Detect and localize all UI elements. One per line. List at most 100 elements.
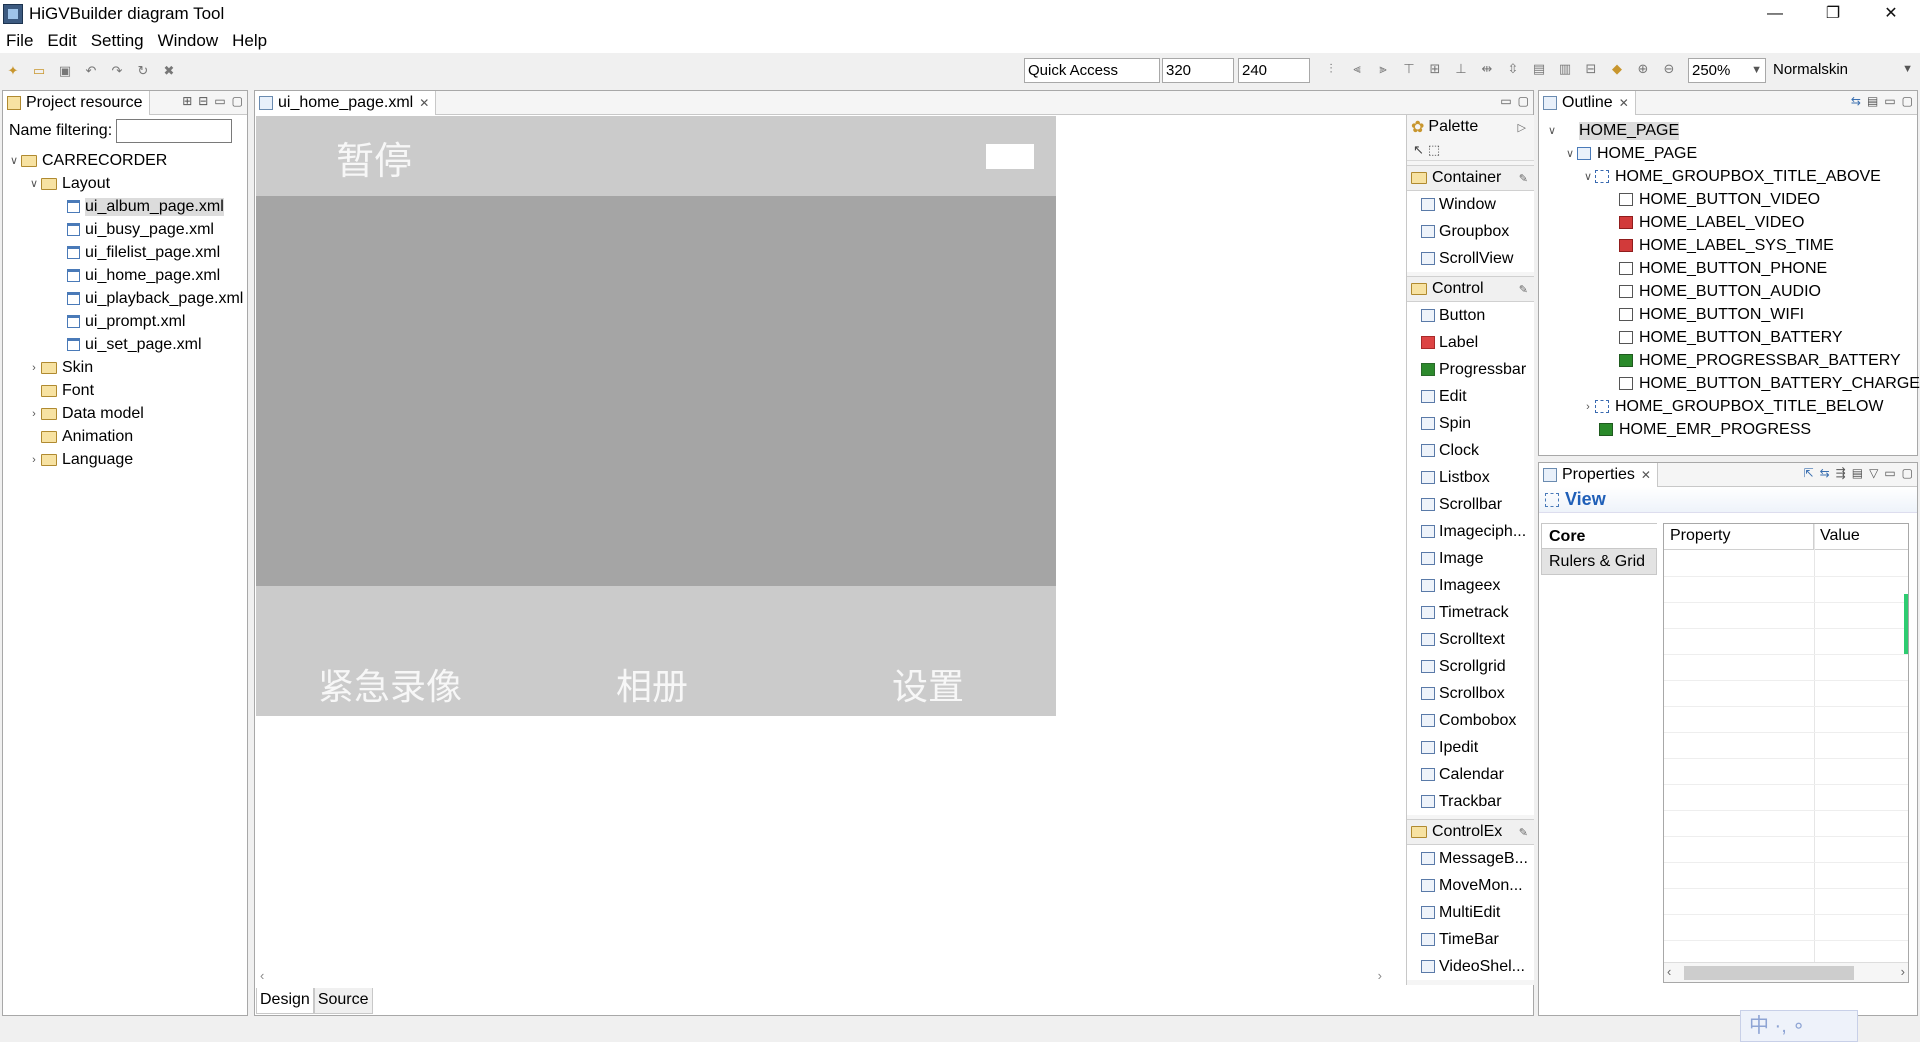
close-button[interactable]: ✕ [1862,0,1920,28]
palette-item[interactable]: MoveMon... [1407,872,1534,899]
open-folder-icon[interactable]: ▭ [31,63,47,79]
chevron-down-icon[interactable]: ∨ [27,177,41,190]
new-icon[interactable]: ✦ [5,63,21,79]
maximize-icon[interactable]: ▢ [232,94,243,108]
outline-item[interactable]: HOME_PROGRESSBAR_BATTERY [1539,349,1917,372]
chevron-right-icon[interactable]: › [27,454,41,466]
distribute-h-icon[interactable]: ⇹ [1479,61,1495,77]
close-icon[interactable]: ✕ [1641,468,1651,482]
palette-item[interactable]: Edit [1407,383,1534,410]
outline-item[interactable]: HOME_BUTTON_VIDEO [1539,188,1917,211]
palette-item[interactable]: Listbox [1407,464,1534,491]
close-icon[interactable]: ✕ [419,96,429,110]
same-width-icon[interactable]: ▤ [1531,61,1547,77]
property-column-header[interactable]: Property [1664,524,1814,549]
palette-item[interactable]: TimeBar [1407,926,1534,953]
tab-outline[interactable]: Outline ✕ [1539,90,1636,115]
align-left-icon[interactable]: ⫶ [1323,61,1339,77]
outline-item[interactable]: HOME_BUTTON_BATTERY_CHARGE [1539,372,1920,395]
outline-item[interactable]: HOME_BUTTON_WIFI [1539,303,1917,326]
outline-page[interactable]: ∨ HOME_PAGE [1539,142,1917,165]
expand-all-icon[interactable]: ⊞ [182,94,192,108]
tree-item-file[interactable]: ui_set_page.xml [3,333,247,356]
menu-file[interactable]: File [6,31,33,51]
chevron-left-icon[interactable]: ‹ [260,968,264,983]
palette-item[interactable]: Ipedit [1407,734,1534,761]
align-right-icon[interactable]: ⫸ [1375,61,1391,77]
chevron-right-icon[interactable]: › [27,362,41,374]
pin-icon[interactable]: ✎ [1519,283,1528,296]
pin-icon[interactable]: ✎ [1519,826,1528,839]
close-icon[interactable]: ✕ [1619,96,1629,110]
minimize-icon[interactable]: ▭ [1884,466,1895,480]
name-filter-input[interactable] [116,119,233,143]
section-core[interactable]: Core [1541,523,1657,549]
outline-group-below[interactable]: › HOME_GROUPBOX_TITLE_BELOW [1539,395,1917,418]
canvas-horizontal-scrollbar[interactable]: ‹ › [256,965,1532,987]
tree-item-file[interactable]: ui_playback_page.xml [3,287,247,310]
view-menu-icon[interactable]: ▽ [1869,466,1878,480]
chevron-right-icon[interactable]: ▷ [1518,121,1526,134]
palette-item[interactable]: MultiEdit [1407,899,1534,926]
refresh-icon[interactable]: ↻ [135,63,151,79]
minimize-icon[interactable]: ▭ [214,94,225,108]
width-input[interactable]: 320 [1162,58,1234,83]
collapse-all-icon[interactable]: ⊟ [198,94,208,108]
palette-item[interactable]: Scrollbox [1407,680,1534,707]
zoom-out-icon[interactable]: ⊖ [1661,61,1677,77]
menu-setting[interactable]: Setting [91,31,144,51]
chevron-down-icon[interactable]: ∨ [1545,124,1559,137]
palette-item[interactable]: Calendar [1407,761,1534,788]
undo-icon[interactable]: ↶ [83,63,99,79]
property-horizontal-scrollbar[interactable]: ‹ › [1664,962,1908,982]
outline-item[interactable]: HOME_BUTTON_AUDIO [1539,280,1917,303]
palette-item[interactable]: VideoShel... [1407,953,1534,980]
align-middle-icon[interactable]: ⊞ [1427,61,1443,77]
palette-item[interactable]: Label [1407,329,1534,356]
property-scroll-thumb[interactable] [1904,594,1908,654]
pin-icon[interactable]: ✎ [1519,172,1528,185]
link-editor-icon[interactable]: ⇆ [1851,94,1861,108]
palette-item[interactable]: Imageciph... [1407,518,1534,545]
tree-item-file[interactable]: ui_busy_page.xml [3,218,247,241]
select-tool-icon[interactable]: ↖ [1413,142,1424,158]
tab-ui-home-page[interactable]: ui_home_page.xml ✕ [255,90,437,115]
pause-label[interactable]: 暂停 [336,130,412,185]
maximize-icon[interactable]: ▢ [1902,466,1913,480]
save-icon[interactable]: ▣ [57,63,73,79]
palette-item[interactable]: Window [1407,191,1534,218]
categories-icon[interactable]: ⇆ [1820,466,1830,480]
align-center-icon[interactable]: ⫷ [1349,61,1365,77]
chevron-down-icon[interactable]: ∨ [1581,170,1595,183]
minimize-icon[interactable]: ▭ [1884,94,1895,108]
tree-item-data-model[interactable]: › Data model [3,402,247,425]
chevron-right-icon[interactable]: › [1378,968,1382,983]
tab-properties[interactable]: Properties ✕ [1539,462,1658,487]
view-menu-icon[interactable]: ▤ [1867,94,1878,108]
album-label[interactable]: 相册 [616,658,688,710]
outline-item[interactable]: HOME_LABEL_SYS_TIME [1539,234,1917,257]
skin-select[interactable]: Normalskin ▼ [1770,58,1916,83]
tab-design[interactable]: Design [256,988,314,1014]
chevron-down-icon[interactable]: ∨ [1563,147,1577,160]
tree-item-font[interactable]: Font [3,379,247,402]
palette-item[interactable]: Scrollbar [1407,491,1534,518]
palette-item[interactable]: Clock [1407,437,1534,464]
chevron-down-icon[interactable]: ∨ [7,154,21,167]
align-bottom-icon[interactable]: ⊥ [1453,61,1469,77]
zoom-in-icon[interactable]: ⊕ [1635,61,1651,77]
tree-item-file[interactable]: ui_prompt.xml [3,310,247,333]
palette-item[interactable]: Imageex [1407,572,1534,599]
tree-item-file[interactable]: ui_filelist_page.xml [3,241,247,264]
chevron-right-icon[interactable]: › [1581,401,1595,413]
scroll-thumb[interactable] [1684,966,1854,980]
layer-icon[interactable]: ⊟ [1583,61,1599,77]
align-top-icon[interactable]: ⊤ [1401,61,1417,77]
palette-item[interactable]: Timetrack [1407,599,1534,626]
tab-source[interactable]: Source [313,988,373,1014]
palette-item[interactable]: Image [1407,545,1534,572]
menu-window[interactable]: Window [158,31,218,51]
outline-item[interactable]: HOME_LABEL_VIDEO [1539,211,1917,234]
same-height-icon[interactable]: ▥ [1557,61,1573,77]
distribute-v-icon[interactable]: ⇳ [1505,61,1521,77]
